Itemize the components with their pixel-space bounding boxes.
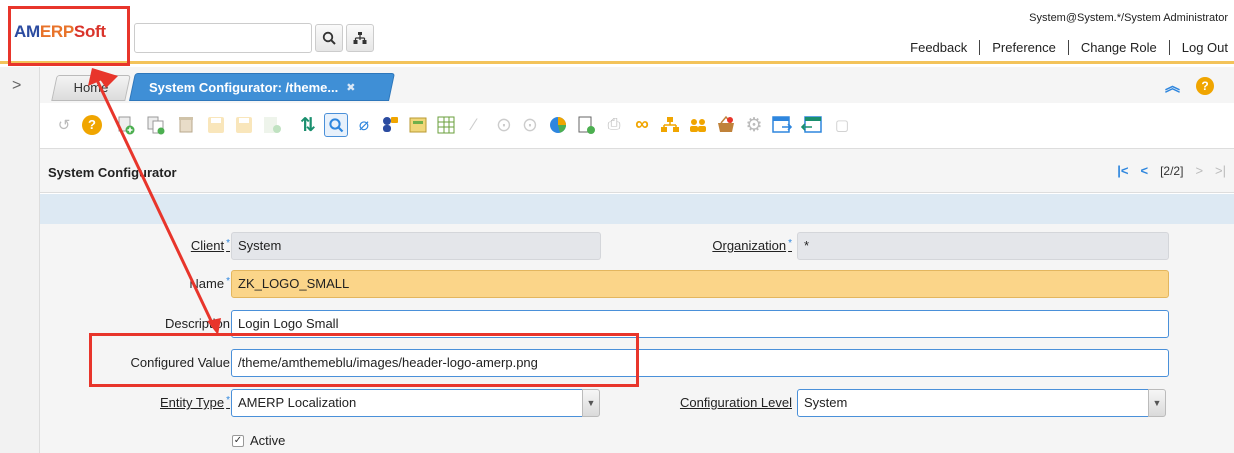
organization-label[interactable]: Organization * — [640, 238, 792, 253]
new-record-icon[interactable] — [114, 113, 138, 137]
tab-system-configurator[interactable]: System Configurator: /theme... ✖ — [129, 73, 395, 101]
detail-record-icon[interactable]: ⊙ — [518, 113, 542, 137]
tab-header: System Configurator |< < [2/2] > >| — [40, 149, 1234, 193]
previous-record-icon[interactable]: < — [1140, 163, 1148, 178]
client-label[interactable]: Client * — [100, 238, 230, 253]
save-new-icon[interactable] — [232, 113, 256, 137]
feedback-link[interactable]: Feedback — [898, 40, 979, 55]
client-label-text: Client — [190, 238, 225, 253]
chevron-down-icon: ▼ — [586, 398, 596, 408]
active-checkbox[interactable]: ✓ Active — [232, 433, 285, 448]
name-required-mark: * — [226, 276, 230, 287]
client-field[interactable]: System — [231, 232, 601, 260]
tab-home-label: Home — [73, 80, 109, 95]
process-icon[interactable]: ⚙ — [742, 113, 766, 137]
checkmark-icon: ✓ — [232, 434, 244, 447]
attachment-icon[interactable]: ⌀ — [352, 113, 376, 137]
grid-toggle-icon[interactable] — [434, 113, 458, 137]
record-navigation: |< < [2/2] > >| — [1117, 163, 1226, 178]
tab-active-label: System Configurator: /theme... — [149, 79, 339, 95]
help-toolbar-icon[interactable]: ? — [80, 113, 104, 137]
save-icon[interactable] — [204, 113, 228, 137]
chevron-down-icon: ▼ — [1152, 398, 1162, 408]
parent-record-icon[interactable]: ⊙ — [492, 113, 516, 137]
logout-link[interactable]: Log Out — [1168, 40, 1228, 55]
next-record-icon[interactable]: > — [1195, 163, 1203, 178]
entity-type-label[interactable]: Entity Type * — [90, 395, 230, 410]
find-record-icon[interactable] — [324, 113, 348, 137]
name-field[interactable]: ZK_LOGO_SMALL — [231, 270, 1169, 298]
global-search-input[interactable] — [134, 23, 312, 53]
record-counter: [2/2] — [1160, 163, 1184, 178]
last-record-icon[interactable]: >| — [1215, 163, 1226, 178]
window-toolbar: ↺ ? ⇅ ⌀ ⁄ ⊙ ⊙ ⎙ ∞ ⚙ ▢ — [40, 103, 1234, 149]
requests-icon[interactable] — [686, 113, 710, 137]
configured-value-highlight-box — [89, 333, 639, 387]
header-bar: AMERPSoft System@System.*/System Adminis… — [0, 0, 1234, 64]
window-tab-bar: Home System Configurator: /theme... ✖ ︽ … — [40, 67, 1234, 103]
print-icon[interactable]: ⎙ — [602, 113, 626, 137]
hierarchy-icon — [353, 32, 367, 44]
user-role-info[interactable]: System@System.*/System Administrator — [1029, 12, 1228, 24]
name-label: Name * — [100, 276, 230, 291]
window-title: System Configurator — [48, 165, 177, 180]
archived-report-icon[interactable] — [574, 113, 598, 137]
first-record-icon[interactable]: |< — [1117, 163, 1128, 178]
active-label: Active — [250, 433, 286, 448]
import-icon[interactable] — [800, 113, 824, 137]
organization-label-text: Organization — [712, 238, 787, 253]
tab-close-icon[interactable]: ✖ — [346, 81, 355, 94]
entity-type-dropdown-button[interactable]: ▼ — [582, 389, 600, 417]
configuration-level-select[interactable]: System — [797, 389, 1149, 417]
expand-menu-icon[interactable]: > — [12, 77, 21, 95]
delete-record-icon[interactable] — [174, 113, 198, 137]
detail-band — [40, 194, 1234, 224]
export-icon[interactable] — [770, 113, 794, 137]
organization-required-mark: * — [788, 238, 792, 249]
configuration-level-label[interactable]: Configuration Level — [640, 395, 792, 410]
collapse-up-icon[interactable]: ︽ — [1165, 75, 1180, 96]
description-label: Description — [164, 316, 230, 331]
search-icon — [322, 31, 336, 45]
customize-icon[interactable]: ▢ — [830, 113, 854, 137]
product-info-icon[interactable] — [714, 113, 738, 137]
name-label-text: Name — [189, 276, 225, 291]
report-icon[interactable] — [546, 113, 570, 137]
refresh-icon[interactable]: ⇅ — [296, 113, 320, 137]
chat-icon[interactable] — [378, 113, 402, 137]
help-icon[interactable]: ? — [1196, 76, 1214, 95]
copy-record-icon[interactable] — [144, 113, 168, 137]
logo-highlight-box — [8, 6, 130, 66]
configuration-level-dropdown-button[interactable]: ▼ — [1148, 389, 1166, 417]
entity-type-select[interactable]: AMERP Localization — [231, 389, 583, 417]
preference-link[interactable]: Preference — [979, 40, 1068, 55]
entity-type-required-mark: * — [226, 395, 230, 406]
zoom-across-icon[interactable]: ∞ — [630, 113, 654, 137]
undo-icon[interactable]: ↺ — [52, 113, 76, 137]
search-button[interactable] — [315, 24, 343, 52]
org-tree-button[interactable] — [346, 24, 374, 52]
organization-field[interactable]: * — [797, 232, 1169, 260]
entity-type-label-text: Entity Type — [160, 395, 225, 410]
change-role-link[interactable]: Change Role — [1067, 40, 1169, 55]
client-required-mark: * — [226, 238, 230, 249]
left-side-rail: > — [0, 67, 40, 453]
save-create-icon[interactable] — [260, 113, 284, 137]
header-links: Feedback Preference Change Role Log Out — [898, 40, 1228, 55]
quick-form-icon[interactable]: ⁄ — [462, 113, 486, 137]
tab-home[interactable]: Home — [51, 75, 131, 101]
archive-icon[interactable] — [406, 113, 430, 137]
active-workflows-icon[interactable] — [658, 113, 682, 137]
